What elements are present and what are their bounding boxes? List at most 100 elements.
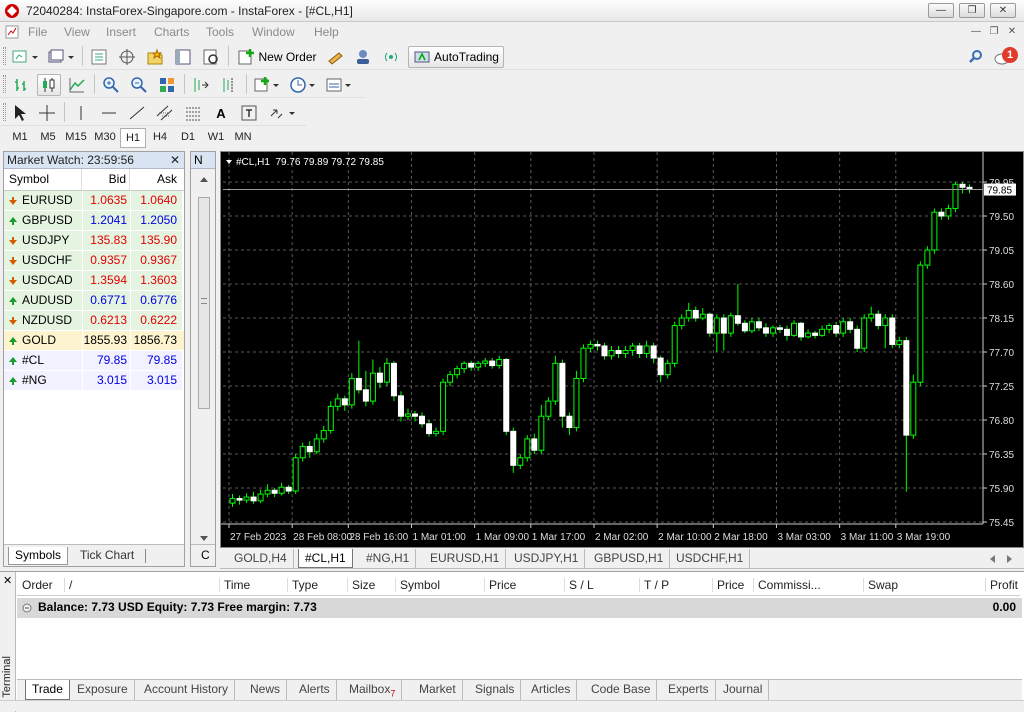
mdi-close-button[interactable]: ✕ [1004,25,1020,39]
candle-body[interactable] [826,325,833,330]
minimize-button[interactable]: — [928,3,954,18]
tf-mn[interactable]: MN [230,128,256,148]
toolbar-grip[interactable] [3,75,6,93]
candle-body[interactable] [292,457,299,492]
candle-body[interactable] [376,372,383,383]
candle-body[interactable] [341,398,348,406]
candle-body[interactable] [594,343,601,347]
candle-body[interactable] [875,313,882,327]
candle-body[interactable] [524,438,531,459]
candlestick-chart[interactable]: 79.9579.5079.0578.6078.1577.7077.2576.80… [221,152,1023,547]
candle-body[interactable] [397,395,404,417]
candle-body[interactable] [447,374,454,383]
candle-body[interactable] [503,359,510,432]
terminal-close-icon[interactable]: ✕ [3,574,12,587]
candle-body[interactable] [461,362,468,370]
candle-body[interactable] [664,362,671,376]
candle-body[interactable] [650,345,657,359]
market-watch-row[interactable]: #NG 3.015 3.015 [4,371,184,391]
candle-body[interactable] [306,445,313,453]
candle-body[interactable] [580,347,587,379]
candle-body[interactable] [861,317,868,349]
candle-body[interactable] [685,309,692,319]
candle-body[interactable] [643,345,650,355]
candle-body[interactable] [720,317,727,334]
chart-tab[interactable]: #NG,H1 [360,549,417,568]
chart-tab[interactable]: EURUSD,H1 [424,549,507,568]
chart-tab[interactable]: USDJPY,H1 [508,549,586,568]
terminal-tab[interactable]: Market [413,680,463,700]
candle-body[interactable] [812,332,819,336]
candle-body[interactable] [334,398,341,407]
terminal-tab[interactable]: Account History [138,680,236,700]
market-watch-row[interactable]: #CL 79.85 79.85 [4,351,184,371]
candle-body[interactable] [706,313,713,334]
market-watch-close-icon[interactable]: ✕ [170,152,180,168]
toolbar-grip[interactable] [3,47,6,65]
candle-body[interactable] [734,315,741,324]
candle-body[interactable] [243,496,250,501]
arrows-button[interactable] [266,102,298,124]
tf-w1[interactable]: W1 [203,128,229,148]
candle-body[interactable] [692,309,699,319]
terminal-tab[interactable]: Trade [25,680,70,700]
candle-body[interactable] [847,321,854,330]
cursor-button[interactable] [10,102,30,124]
candle-body[interactable] [531,438,538,451]
column-bid[interactable]: Bid [82,169,130,190]
market-watch-row[interactable]: GOLD 1855.93 1856.73 [4,331,184,351]
text-tool-button[interactable]: A [210,102,232,124]
data-window-button[interactable] [116,46,138,68]
tab-scroll-right-icon[interactable] [1006,554,1014,564]
crosshair-button[interactable] [36,102,58,124]
terminal-column-header[interactable]: Profit [985,578,1018,592]
candle-body[interactable] [278,486,285,494]
tf-h4[interactable]: H4 [147,128,173,148]
tab-scroll-left-icon[interactable] [988,554,996,564]
tf-d1[interactable]: D1 [175,128,201,148]
fibonacci-button[interactable] [182,102,204,124]
chart-shift-button[interactable] [218,74,240,96]
candle-body[interactable] [840,321,847,334]
text-label-button[interactable] [238,102,260,124]
candle-body[interactable] [882,317,889,327]
menu-help[interactable]: Help [314,25,339,39]
menu-window[interactable]: Window [252,25,295,39]
terminal-tab[interactable]: Signals [469,680,522,700]
candle-body[interactable] [362,389,369,402]
candle-body[interactable] [404,413,411,417]
candle-body[interactable] [454,368,461,376]
candle-body[interactable] [945,207,952,217]
tab-tick-chart[interactable]: Tick Chart [74,547,140,565]
candle-body[interactable] [924,249,931,266]
market-button[interactable] [380,46,402,68]
candle-body[interactable] [440,381,447,432]
terminal-column-header[interactable]: Price [712,578,744,592]
candle-body[interactable] [545,400,552,417]
candle-body[interactable] [671,325,678,364]
candle-body[interactable] [959,183,966,188]
line-chart-button[interactable] [66,74,88,96]
tf-m30[interactable]: M30 [91,128,119,148]
candle-body[interactable] [538,415,545,451]
tile-windows-button[interactable] [156,74,178,96]
candlestick-button[interactable] [37,74,61,96]
candle-body[interactable] [348,377,355,406]
terminal-column-header[interactable]: Type [287,578,318,592]
terminal-button[interactable] [172,46,194,68]
tab-symbols[interactable]: Symbols [8,547,69,565]
terminal-tab[interactable]: Experts [662,680,716,700]
candle-body[interactable] [910,381,917,436]
menu-file[interactable]: File [28,25,47,39]
menu-insert[interactable]: Insert [106,25,136,39]
navigator-button[interactable] [144,46,166,68]
toolbar-grip[interactable] [3,103,6,121]
terminal-column-header[interactable]: S / L [564,578,594,592]
tf-h1[interactable]: H1 [120,128,146,148]
candle-body[interactable] [257,493,264,502]
terminal-column-header[interactable]: T / P [639,578,669,592]
candle-body[interactable] [952,183,959,209]
candle-body[interactable] [762,327,769,334]
terminal-column-header[interactable]: Commissi... [753,578,821,592]
trendline-button[interactable] [126,102,148,124]
